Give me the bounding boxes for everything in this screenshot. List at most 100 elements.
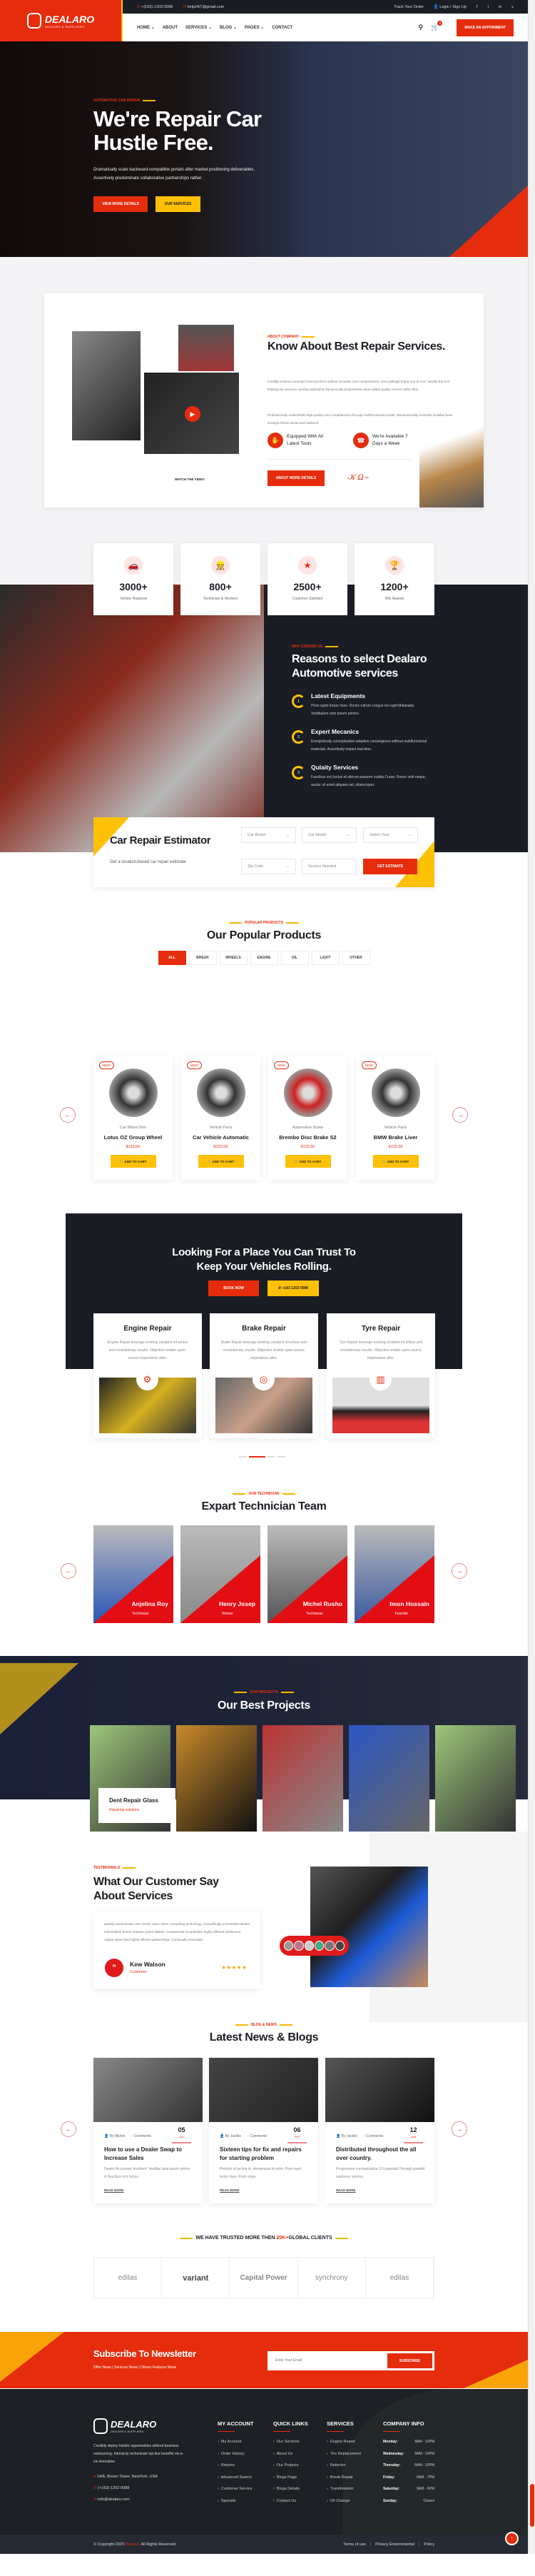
footer-email[interactable]: ✉ info@dealaro.com <box>93 2494 158 2505</box>
slider-dot[interactable] <box>239 1456 247 1458</box>
product-name[interactable]: Lotus OZ Group Wheel <box>93 1134 173 1141</box>
footer-link[interactable]: › Returns <box>218 2463 253 2468</box>
team-card[interactable]: Imon Hossain Founder <box>355 1525 434 1623</box>
product-card[interactable]: NEW Automotive Brake Brembo Disc Brake S… <box>268 1056 347 1180</box>
login-link[interactable]: 👤 Login / Sign Up <box>434 5 467 9</box>
footer-link[interactable]: › Advanced Search <box>218 2475 253 2480</box>
team-card[interactable]: Michel Rusho Technician <box>268 1525 347 1623</box>
track-order-link[interactable]: Track Your Order <box>394 5 424 9</box>
post-title[interactable]: Sixteen tips for fix and repairs for sta… <box>220 2146 309 2163</box>
footer-link[interactable]: › Our Projects <box>273 2463 308 2468</box>
social-twitter[interactable]: t <box>487 5 489 9</box>
client-logo[interactable]: synchrony <box>298 2258 366 2298</box>
social-facebook[interactable]: f <box>477 5 478 9</box>
about-more-details-button[interactable]: ABOUT MORE DETAILS <box>268 470 325 486</box>
footer-link[interactable]: › Trandmission <box>327 2487 361 2491</box>
team-prev-button[interactable]: ← <box>61 1563 76 1579</box>
footer-phone[interactable]: ✆ (+163)-1202-0088 <box>93 2482 158 2494</box>
footer-link[interactable]: › Blogs Details <box>273 2487 308 2491</box>
cart-icon[interactable]: 🛒 0 <box>431 21 443 31</box>
footer-link[interactable]: › Tire Replacement <box>327 2452 361 2456</box>
filter-tab[interactable]: WHEELS <box>219 951 248 965</box>
project-image[interactable] <box>263 1725 343 1832</box>
team-next-button[interactable]: → <box>452 1563 467 1579</box>
footer-link[interactable]: › Batteries <box>327 2463 361 2468</box>
watch-video-link[interactable]: WATCH THE VIDEO <box>175 478 205 481</box>
social-linkedin[interactable]: in <box>499 5 501 9</box>
footer-link[interactable]: › Specials <box>218 2499 253 2503</box>
filter-tab[interactable]: BREAK <box>188 951 217 965</box>
post-author[interactable]: 👤 By Jackils <box>220 2134 241 2138</box>
privacy-link[interactable]: Privacy Environmental <box>375 2542 414 2547</box>
scrollbar-thumb[interactable] <box>530 2484 534 2527</box>
footer-link[interactable]: › About Us <box>273 2452 308 2456</box>
read-more-link[interactable]: READ MORE <box>336 2188 356 2192</box>
service-card[interactable]: Tyre Repair Tyre Repair leverage existin… <box>327 1313 435 1438</box>
team-card[interactable]: Anjelina Roy Technician <box>93 1525 173 1623</box>
email-input[interactable]: Enter Your Email <box>275 2358 302 2363</box>
add-to-cart-button[interactable]: 🛒 ADD TO CART <box>372 1155 419 1168</box>
product-card[interactable]: NEW Vehicle Parts Car Vehicle Automatic … <box>181 1056 260 1180</box>
filter-tab[interactable]: OTHER <box>342 951 370 965</box>
email-link[interactable]: ✉ help24/7@gmail.com <box>183 5 224 9</box>
view-more-details-button[interactable]: VIEW MORE DETAILS <box>93 196 148 212</box>
post-comments[interactable]: ◌ Comments <box>247 2134 268 2138</box>
subscribe-button[interactable]: SUBSCRIBE <box>387 2353 432 2368</box>
product-name[interactable]: BMW Brake Liver <box>356 1134 435 1141</box>
products-next-button[interactable]: → <box>452 1107 468 1123</box>
nav-pages[interactable]: PAGES ⌄ <box>245 25 264 30</box>
footer-link[interactable]: › Our Services <box>273 2440 308 2444</box>
add-to-cart-button[interactable]: 🛒 ADD TO CART <box>110 1155 156 1168</box>
logo-block[interactable]: DEALARO DEALERS & SUPPLIERS <box>0 0 121 41</box>
get-estimate-button[interactable]: GET ESTIMATE <box>363 859 417 874</box>
blog-prev-button[interactable]: ← <box>61 2121 76 2137</box>
scroll-to-top-button[interactable]: ↑ <box>505 2532 519 2545</box>
blog-next-button[interactable]: → <box>452 2121 467 2137</box>
footer-link[interactable]: › Blogs Page <box>273 2475 308 2480</box>
filter-tab[interactable]: OIL <box>280 951 309 965</box>
footer-link[interactable]: › Order History <box>218 2452 253 2456</box>
post-author[interactable]: 👤 By Michel <box>104 2134 125 2138</box>
products-prev-button[interactable]: ← <box>60 1107 76 1123</box>
our-services-button[interactable]: OUR SERVICES <box>156 196 200 212</box>
project-image[interactable] <box>349 1725 429 1832</box>
filter-tab[interactable]: LIGHT <box>311 951 340 965</box>
book-now-button[interactable]: BOOK NOW <box>208 1281 259 1296</box>
team-card[interactable]: Henry Josep Worker <box>180 1525 260 1623</box>
estimator-select[interactable]: Zip Code ⌄ <box>241 859 296 874</box>
read-more-link[interactable]: READ MORE <box>220 2188 240 2192</box>
footer-link[interactable]: › Engine Repair <box>327 2440 361 2444</box>
filter-tab[interactable]: ALL <box>158 951 186 965</box>
estimator-select[interactable]: Select Year ⌄ <box>363 827 418 843</box>
post-title[interactable]: Distributed throughout the all over coun… <box>336 2146 425 2163</box>
slider-dot-active[interactable] <box>249 1456 265 1458</box>
post-title[interactable]: How to use a Dealer Swap to Increase Sal… <box>104 2146 193 2163</box>
project-image[interactable] <box>176 1725 257 1832</box>
project-image[interactable] <box>435 1725 516 1832</box>
call-button[interactable]: ✆ +163 1202 0088 <box>268 1281 319 1296</box>
post-comments[interactable]: ◌ Comments <box>131 2134 151 2138</box>
blog-card[interactable]: 12 JUN 👤 By Jackils ◌ Comments Distributed… <box>325 2058 434 2203</box>
product-card[interactable]: NEW Car Wheel Rim Lotus OZ Group Wheel $… <box>93 1056 173 1180</box>
play-icon[interactable]: ▶ <box>185 406 200 422</box>
nav-blog[interactable]: BLOG ⌄ <box>220 25 237 30</box>
nav-about[interactable]: ABOUT <box>163 26 178 30</box>
add-to-cart-button[interactable]: 🛒 ADD TO CART <box>198 1155 244 1168</box>
slider-dot[interactable] <box>277 1456 285 1458</box>
make-appointment-button[interactable]: MAKE AN APPOINMENT <box>457 19 514 36</box>
client-logo[interactable]: editas <box>94 2258 163 2298</box>
estimator-select[interactable]: Car Brand ⌄ <box>241 827 296 843</box>
footer-link[interactable]: › Oil Change <box>327 2499 361 2503</box>
phone-link[interactable]: ✆ +(163)-1202-0088 <box>137 5 173 9</box>
about-video-thumbnail[interactable]: ▶ <box>143 371 240 455</box>
footer-link[interactable]: › Customer Service <box>218 2487 253 2491</box>
blog-card[interactable]: 05 JUL 👤 By Michel ◌ Comments How to use a… <box>93 2058 203 2203</box>
nav-contact[interactable]: CONTACT <box>272 26 292 30</box>
search-icon[interactable]: ⚲ <box>419 24 424 31</box>
product-name[interactable]: Car Vehicle Automatic <box>181 1134 260 1141</box>
product-name[interactable]: Brembo Disc Brake S2 <box>268 1134 347 1141</box>
service-card[interactable]: Engine Repair Engine Repair leverage exi… <box>93 1313 202 1438</box>
filter-tab[interactable]: ENGINE <box>250 951 278 965</box>
client-logo[interactable]: editas <box>366 2258 434 2298</box>
social-vimeo[interactable]: v <box>511 5 514 9</box>
